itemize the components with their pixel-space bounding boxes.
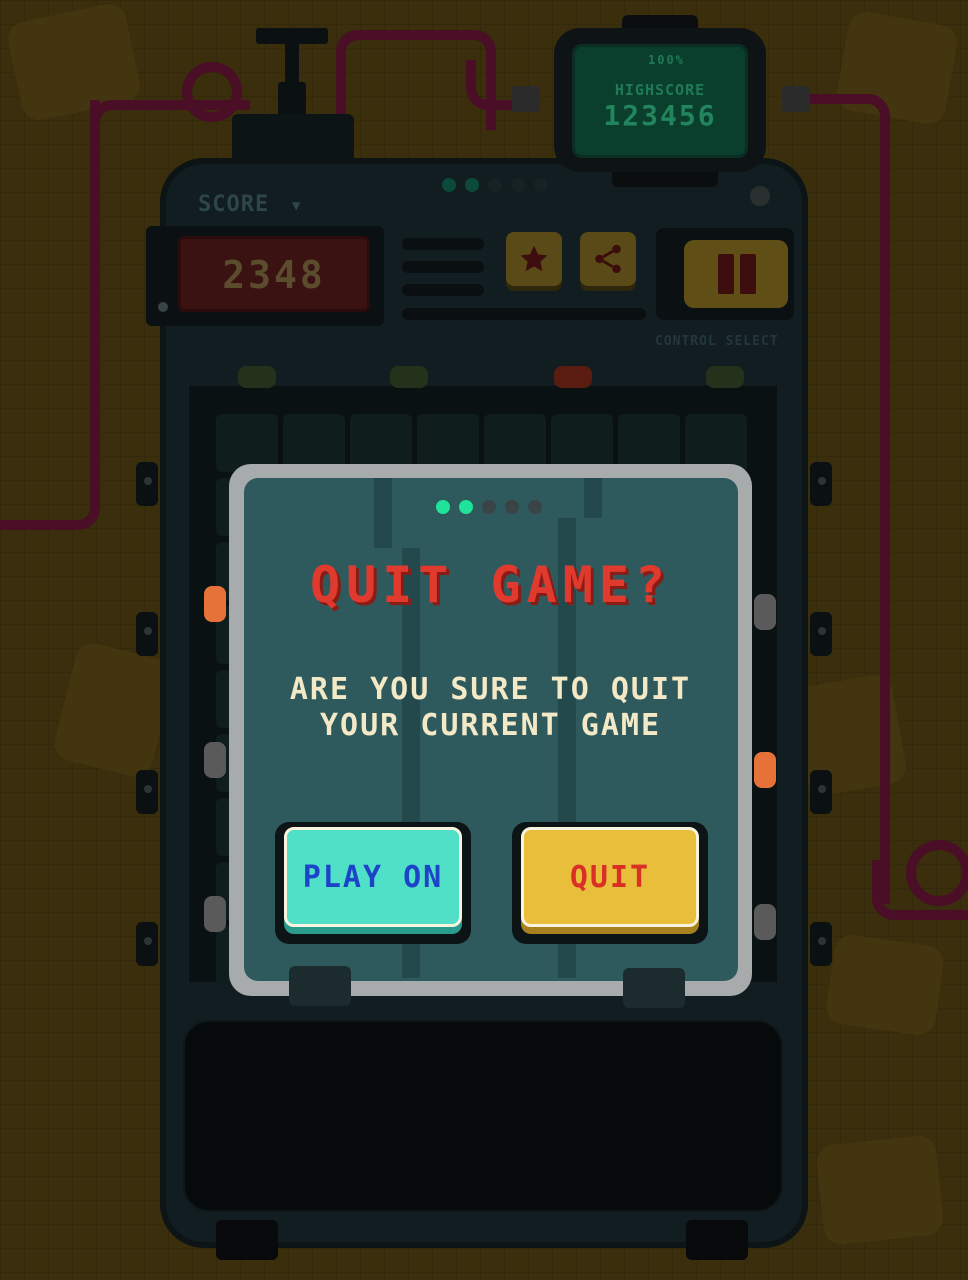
progress-dot [505,500,519,514]
pause-button[interactable] [684,240,788,308]
indicator-bulb [754,752,776,788]
indicator-bulb [706,366,744,388]
connector-right [782,86,810,112]
side-knob [810,770,832,814]
vent-slot [402,261,484,273]
fuse-wire [182,62,242,122]
circuit-trace [584,478,602,518]
progress-dot [459,500,473,514]
chevron-down-icon: ▼ [292,198,301,214]
screw-icon [750,186,770,206]
dialog-message-line2: YOUR CURRENT GAME [319,708,662,743]
page-dot [511,178,525,192]
dialog-hinge [289,966,351,1006]
side-knob [136,612,158,656]
device-foot-left [216,1220,278,1260]
progress-dot [436,500,450,514]
indicator-bulb [554,366,592,388]
highscore-label: HIGHSCORE [614,81,706,99]
score-value: 2348 [222,253,326,297]
screw-icon [158,302,168,312]
detonator-plunger-base [278,82,306,118]
background-block-decoration [824,932,946,1038]
side-knob [136,770,158,814]
detonator-plunger-handle [256,28,328,44]
score-display: 2348 [178,236,370,312]
side-knob [810,612,832,656]
control-select-label: CONTROL SELECT [655,334,779,349]
dialog-hinge [623,968,685,1008]
page-dot [442,178,456,192]
page-dot [534,178,548,192]
side-knob [136,462,158,506]
detonator-box [232,114,354,162]
pause-icon [718,254,734,294]
circuit-trace [374,478,392,548]
share-icon [595,244,621,274]
quit-button[interactable]: QUIT [521,827,699,927]
indicator-bulb [204,896,226,932]
indicator-bulb [204,586,226,622]
indicator-bulb [754,594,776,630]
side-knob [810,922,832,966]
indicator-bulb [754,904,776,940]
highscore-value: 123456 [603,99,717,132]
fuse-wire [0,100,100,530]
page-dot [488,178,502,192]
star-icon [520,245,548,272]
side-knob [136,922,158,966]
progress-dot [482,500,496,514]
dialog-title: QUIT GAME? [309,556,672,614]
indicator-bulb [238,366,276,388]
vent-slot [402,284,484,296]
share-button[interactable] [580,232,636,286]
fuse-wire [906,840,968,906]
detonator-plunger-rod [285,44,299,84]
connector-left [512,86,540,112]
battery-indicator: 100% [648,53,685,67]
page-dot [465,178,479,192]
side-knob [810,462,832,506]
device-foot-right [686,1220,748,1260]
indicator-bulb [204,742,226,778]
favorite-button[interactable] [506,232,562,286]
background-block-decoration [815,1134,945,1246]
vent-slot [402,238,484,250]
background-block-decoration [50,639,178,781]
progress-dot [528,500,542,514]
control-panel [183,1020,783,1212]
vent-slot [402,308,646,320]
dialog-message-line1: ARE YOU SURE TO QUIT [289,672,692,707]
score-label: SCORE [198,192,270,217]
play-on-button[interactable]: PLAY ON [284,827,462,927]
pause-icon [740,254,756,294]
indicator-bulb [390,366,428,388]
